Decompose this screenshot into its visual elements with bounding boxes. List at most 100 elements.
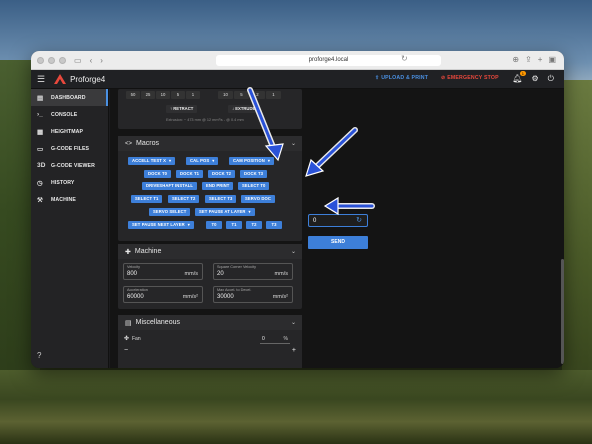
macro-set-pause-at-layer[interactable]: SET PAUSE AT LAYER ▾ (195, 208, 255, 216)
fan-decrease-icon[interactable]: − (124, 347, 128, 354)
macro-dock-t1[interactable]: DOCK T1 (176, 170, 204, 178)
sidebar-toggle-icon[interactable]: ▭ (74, 56, 82, 65)
machine-icon: ⚒ (37, 196, 43, 204)
reload-icon[interactable]: ↻ (401, 54, 408, 63)
chevron-down-icon[interactable]: ▾ (268, 158, 270, 163)
download-icon[interactable]: ⊕ (512, 55, 519, 64)
macro-driveshaft-install[interactable]: DRIVESHAFT INSTALL (142, 182, 198, 190)
chevron-down-icon[interactable]: ⌄ (291, 319, 296, 326)
share-icon[interactable]: ⇪ (525, 55, 532, 64)
sidebar-item-gcode-files[interactable]: ▭ G-CODE FILES (31, 140, 108, 157)
macro-set-pause-next-layer[interactable]: SET PAUSE NEXT LAYER ▾ (128, 221, 194, 229)
square-corner-velocity-field[interactable]: Square Corner Velocity 20 mm/s (213, 263, 293, 280)
machine-header[interactable]: ✚ Machine ⌄ (118, 244, 302, 259)
extrude-amount-10[interactable]: 10 (156, 91, 170, 99)
misc-title: Miscellaneous (135, 319, 180, 326)
fan-input[interactable]: 0 % (260, 334, 290, 344)
extrude-amount-1[interactable]: 1 (186, 91, 200, 99)
sidebar-item-console[interactable]: ›_ CONSOLE (31, 106, 108, 123)
macro-select-t2[interactable]: SELECT T2 (168, 195, 200, 203)
chevron-down-icon[interactable]: ▾ (169, 158, 171, 163)
feed-amount-1[interactable]: 1 (266, 91, 281, 99)
macros-title: Macros (136, 140, 159, 147)
sidebar-item-gcode-viewer[interactable]: 3D G-CODE VIEWER (31, 157, 108, 174)
macro-label: SET PAUSE AT LAYER (199, 209, 246, 214)
background-landscape (0, 370, 592, 444)
extrude-amount-5[interactable]: 5 (171, 91, 185, 99)
macro-servo-dock[interactable]: SERVO DOC (241, 195, 275, 203)
emergency-stop-button[interactable]: ⊘ EMERGENCY STOP (441, 75, 499, 81)
macro-servo-select[interactable]: SERVO SELECT (149, 208, 191, 216)
scrollbar[interactable] (561, 259, 564, 364)
extrusion-info: Extrusion: ~ 473 mm @ 12 mm³/s - @ 0.4 m… (166, 118, 244, 122)
forward-icon[interactable]: › (100, 56, 103, 65)
settings-icon[interactable]: ⚙ (532, 74, 539, 84)
chevron-down-icon[interactable]: ⌄ (291, 248, 296, 255)
reset-icon[interactable]: ↻ (356, 216, 362, 224)
back-icon[interactable]: ‹ (90, 56, 93, 65)
heightmap-icon: ▦ (37, 128, 44, 136)
tabs-overview-icon[interactable]: ▣ (548, 55, 556, 64)
notification-bell-icon[interactable]: 🔔︎ (512, 74, 522, 84)
extrude-amount-25[interactable]: 25 (141, 91, 155, 99)
macro-cam-position[interactable]: CAM POSITION ▾ (229, 157, 275, 165)
macro-t1[interactable]: T1 (226, 221, 242, 229)
feed-amount-2[interactable]: 2 (250, 91, 265, 99)
power-icon[interactable]: ⏻ (548, 74, 554, 84)
sidebar-item-history[interactable]: ◷ HISTORY (31, 174, 108, 191)
acceleration-label: Acceleration (127, 288, 148, 292)
macros-header[interactable]: <> Macros ⌄ (118, 136, 302, 151)
new-tab-icon[interactable]: + (538, 55, 543, 64)
sidebar-item-machine[interactable]: ⚒ MACHINE (31, 191, 108, 208)
macro-select-t1[interactable]: SELECT T1 (131, 195, 163, 203)
macro-label: ACCELL TEST X (132, 158, 167, 163)
macro-accell-test-x[interactable]: ACCELL TEST X ▾ (128, 157, 176, 165)
max-accel-to-decel-field[interactable]: Max Accel. to Decel. 30000 mm/s² (213, 286, 293, 303)
sidebar-item-label: MACHINE (51, 196, 76, 203)
macro-t2[interactable]: T2 (246, 221, 262, 229)
acceleration-unit: mm/s² (182, 294, 198, 300)
help-icon[interactable]: ? (37, 351, 41, 360)
menu-icon[interactable]: ☰ (37, 74, 45, 85)
macro-end-print[interactable]: END PRINT (202, 182, 234, 190)
velocity-label: Velocity (127, 265, 141, 269)
macro-t0[interactable]: T0 (206, 221, 222, 229)
macro-dock-t0[interactable]: DOCK T0 (144, 170, 172, 178)
sidebar-item-heightmap[interactable]: ▦ HEIGHTMAP (31, 123, 108, 140)
scv-label: Square Corner Velocity (217, 265, 257, 269)
machine-card: ✚ Machine ⌄ Velocity 800 mm/s Square Cor… (118, 244, 302, 309)
macro-select-t0[interactable]: SELECT T0 (238, 182, 270, 190)
misc-header[interactable]: ▤ Miscellaneous ⌄ (118, 315, 302, 330)
chevron-down-icon[interactable]: ⌄ (291, 140, 296, 147)
window-close-button[interactable] (37, 56, 44, 64)
macro-dock-t2[interactable]: DOCK T2 (208, 170, 236, 178)
macro-param-input[interactable]: 0 ↻ (308, 214, 368, 227)
retract-button[interactable]: ↑ RETRACT (166, 105, 198, 113)
chevron-down-icon[interactable]: ▾ (212, 158, 214, 163)
sidebar-item-label: G-CODE FILES (51, 145, 90, 152)
miscellaneous-card: ▤ Miscellaneous ⌄ ✤ Fan 0 % − + (118, 315, 302, 368)
window-zoom-button[interactable] (59, 56, 66, 64)
fan-value: 0 (262, 336, 265, 342)
velocity-field[interactable]: Velocity 800 mm/s (123, 263, 203, 280)
macro-cal-pos[interactable]: CAL POS ▾ (186, 157, 219, 165)
send-button[interactable]: SEND (308, 236, 368, 249)
macro-param-value: 0 (313, 218, 317, 224)
macro-t3[interactable]: T3 (266, 221, 282, 229)
fan-unit: % (283, 336, 288, 342)
chevron-down-icon[interactable]: ▾ (248, 209, 250, 214)
accel-decel-unit: mm/s² (272, 294, 288, 300)
sidebar-item-dashboard[interactable]: ▤ DASHBOARD (31, 89, 108, 106)
acceleration-field[interactable]: Acceleration 60000 mm/s² (123, 286, 203, 303)
macro-select-t3[interactable]: SELECT T3 (205, 195, 237, 203)
window-minimize-button[interactable] (48, 56, 55, 64)
upload-print-button[interactable]: ⇧ UPLOAD & PRINT (375, 75, 428, 81)
proforge-logo-icon (54, 74, 67, 84)
feed-amount-10[interactable]: 10 (218, 91, 233, 99)
macro-dock-t3[interactable]: DOCK T3 (240, 170, 268, 178)
chevron-down-icon[interactable]: ▾ (188, 222, 190, 227)
extrude-amount-50[interactable]: 50 (126, 91, 140, 99)
feed-amount-5[interactable]: 5 (234, 91, 249, 99)
extrude-button[interactable]: ↓ EXTRUDE (228, 105, 260, 113)
fan-increase-icon[interactable]: + (292, 347, 296, 354)
